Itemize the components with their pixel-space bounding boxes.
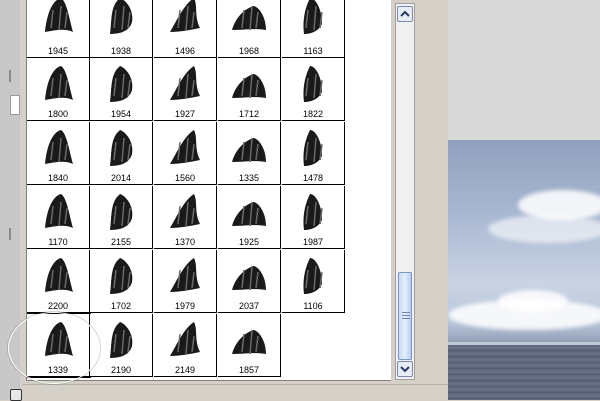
brush-size-label: 1800 xyxy=(47,109,69,119)
vertical-scrollbar[interactable] xyxy=(395,3,415,380)
brush-preset[interactable]: 1954 xyxy=(90,58,153,121)
brush-stroke-icon xyxy=(232,5,266,31)
brush-preset[interactable]: 1478 xyxy=(282,122,345,185)
brush-stroke-icon xyxy=(170,258,200,292)
brush-stroke-icon xyxy=(232,265,266,291)
brush-preset[interactable]: 1106 xyxy=(282,250,345,313)
brush-size-label: 1945 xyxy=(47,46,69,56)
brush-stroke-icon xyxy=(232,137,266,163)
brush-preset[interactable]: 1840 xyxy=(27,122,90,185)
brush-preset[interactable]: 1857 xyxy=(218,314,281,377)
brush-size-label: 1927 xyxy=(174,109,196,119)
brush-stroke-icon xyxy=(110,130,133,166)
brush-size-label: 1106 xyxy=(303,301,323,311)
brush-preset[interactable]: 1938 xyxy=(90,0,153,58)
brush-preset[interactable]: 1822 xyxy=(282,58,345,121)
brush-size-label: 1712 xyxy=(238,109,260,119)
brush-stroke-icon xyxy=(232,329,266,355)
arrow-down-icon[interactable] xyxy=(397,361,413,377)
brush-preset[interactable]: 1496 xyxy=(154,0,217,58)
ruler-tick xyxy=(9,70,11,82)
brush-size-label: 1822 xyxy=(302,109,324,119)
brush-preset[interactable]: 2190 xyxy=(90,314,153,377)
brush-preset[interactable]: 1339 xyxy=(27,313,91,378)
brush-preset[interactable]: 1702 xyxy=(90,250,153,313)
arrow-up-icon[interactable] xyxy=(397,6,413,22)
brush-stroke-icon xyxy=(170,0,200,32)
brush-stroke-icon xyxy=(303,194,323,230)
canvas-background xyxy=(448,0,600,140)
panel-menu-icon[interactable] xyxy=(10,389,22,401)
brush-stroke-icon xyxy=(45,194,73,228)
brush-stroke-icon xyxy=(110,322,133,358)
scrollbar-thumb[interactable] xyxy=(398,272,412,360)
brush-preset[interactable]: 1370 xyxy=(154,186,217,249)
brush-size-label: 1370 xyxy=(174,237,196,247)
panel-footer xyxy=(22,384,448,401)
brush-preset[interactable]: 1163 xyxy=(282,0,345,58)
brush-size-label: 2149 xyxy=(174,365,196,375)
brush-size-label: 2155 xyxy=(110,237,132,247)
brush-preset[interactable]: 2014 xyxy=(90,122,153,185)
brush-stroke-icon xyxy=(110,258,133,294)
brush-stroke-icon xyxy=(303,258,323,294)
brush-size-label: 1857 xyxy=(238,365,260,375)
brush-preset[interactable]: 2149 xyxy=(154,314,217,377)
brush-size-label: 1840 xyxy=(47,173,69,183)
brush-stroke-icon xyxy=(303,66,323,102)
brush-size-label: 2037 xyxy=(238,301,260,311)
brush-preset[interactable]: 2200 xyxy=(27,250,90,313)
brush-preset[interactable]: 1170 xyxy=(27,186,90,249)
brush-stroke-icon xyxy=(232,73,266,99)
brush-size-label: 1339 xyxy=(47,365,69,375)
brush-stroke-icon xyxy=(170,130,200,164)
brush-stroke-icon xyxy=(45,0,73,32)
brush-stroke-icon xyxy=(110,66,133,102)
brush-preset[interactable]: 2037 xyxy=(218,250,281,313)
brush-stroke-icon xyxy=(303,130,323,166)
brush-stroke-icon xyxy=(110,194,133,230)
brush-preset[interactable]: 1979 xyxy=(154,250,217,313)
brush-preset[interactable]: 1560 xyxy=(154,122,217,185)
brush-size-label: 1968 xyxy=(238,46,260,56)
brush-stroke-icon xyxy=(170,322,200,356)
brush-size-label: 1170 xyxy=(48,237,68,247)
brush-preset-grid: 1945 1938 1496 1968 1163 1800 1954 1927 1712 1822… xyxy=(26,0,391,381)
brush-stroke-icon xyxy=(45,258,73,292)
brush-preset[interactable]: 1925 xyxy=(218,186,281,249)
brush-stroke-icon xyxy=(170,66,200,100)
brush-stroke-icon xyxy=(45,322,73,356)
brush-stroke-icon xyxy=(303,0,323,34)
brush-preset[interactable]: 2155 xyxy=(90,186,153,249)
brush-size-label: 2200 xyxy=(47,301,69,311)
brush-preset[interactable]: 1968 xyxy=(218,0,281,58)
brush-preset[interactable]: 1987 xyxy=(282,186,345,249)
brush-size-label: 1496 xyxy=(174,46,196,56)
brush-size-label: 1702 xyxy=(110,301,132,311)
brush-size-label: 1954 xyxy=(110,109,132,119)
brush-size-label: 1478 xyxy=(302,173,324,183)
brush-size-label: 1925 xyxy=(238,237,260,247)
brush-preset[interactable]: 1927 xyxy=(154,58,217,121)
brush-size-label: 2014 xyxy=(110,173,132,183)
brush-size-label: 1335 xyxy=(238,173,260,183)
brush-stroke-icon xyxy=(45,130,73,164)
brush-size-label: 1560 xyxy=(174,173,196,183)
brush-size-label: 1979 xyxy=(174,301,196,311)
brush-stroke-icon xyxy=(110,0,133,34)
side-handle[interactable] xyxy=(10,95,20,115)
brush-stroke-icon xyxy=(45,66,73,100)
brush-stroke-icon xyxy=(170,194,200,228)
brush-size-label: 1987 xyxy=(302,237,324,247)
brush-preset[interactable]: 1945 xyxy=(27,0,90,58)
brush-preset[interactable]: 1712 xyxy=(218,58,281,121)
brush-size-label: 2190 xyxy=(110,365,132,375)
brush-size-label: 1163 xyxy=(303,46,323,56)
brush-preset[interactable]: 1335 xyxy=(218,122,281,185)
brush-preset[interactable]: 1800 xyxy=(27,58,90,121)
ruler-tick xyxy=(9,228,11,240)
brush-stroke-icon xyxy=(232,201,266,227)
sky-photo xyxy=(448,140,600,400)
brush-size-label: 1938 xyxy=(110,46,132,56)
